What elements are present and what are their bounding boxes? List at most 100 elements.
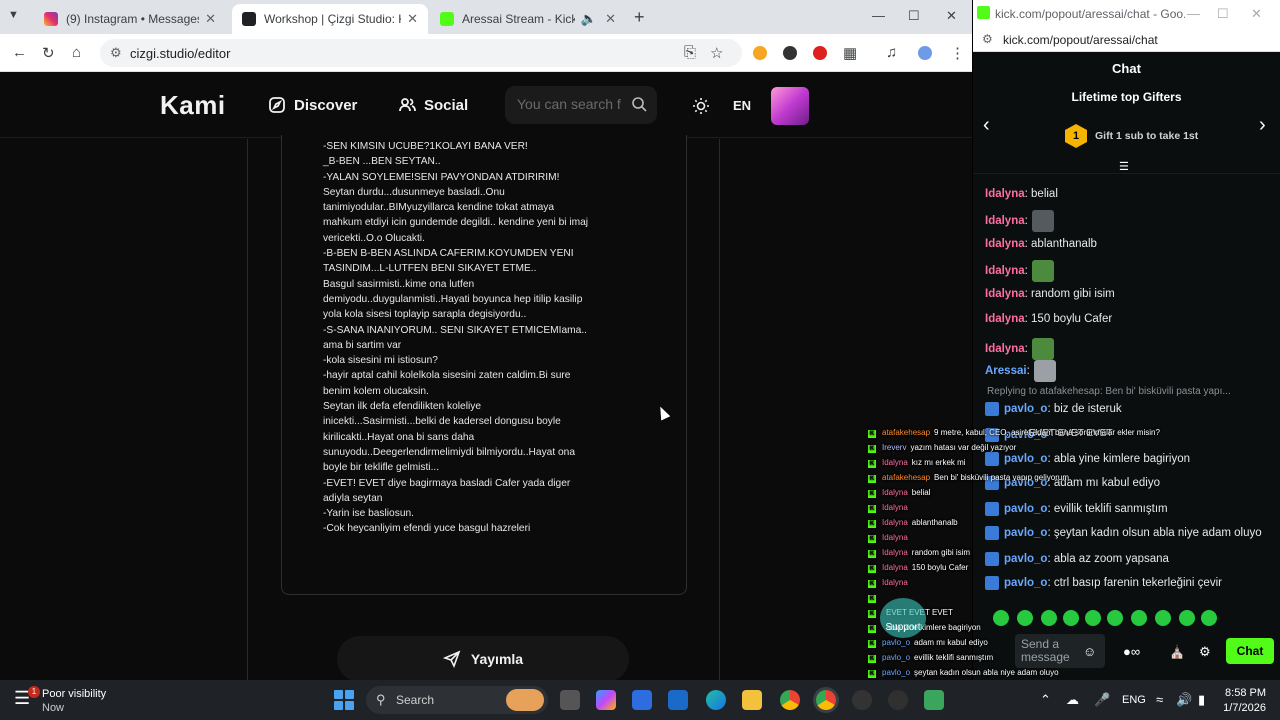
close-icon[interactable]: ✕ — [205, 11, 216, 27]
file-explorer-icon[interactable] — [742, 690, 762, 710]
app-icon[interactable] — [924, 690, 944, 710]
story-line: Seytan durdu...dusunmeye basladi..Onu — [323, 186, 505, 198]
kick-icon: K — [868, 580, 876, 588]
site-info-icon[interactable]: ⚙ — [110, 45, 122, 61]
microphone-icon[interactable]: 🎤 — [1094, 692, 1110, 708]
maximize-button[interactable]: ☐ — [1217, 6, 1229, 22]
start-button[interactable] — [334, 690, 354, 710]
install-icon[interactable]: ⎘ — [684, 44, 696, 61]
chat-username[interactable]: Aressai — [985, 365, 1027, 377]
chat-username[interactable]: Idalyna — [985, 265, 1025, 277]
chevron-left-icon[interactable]: ‹ — [983, 114, 990, 137]
weather-time: Now — [42, 702, 65, 714]
story-editor[interactable]: -SEN KIMSIN UCUBE?1KOLAYI BANA VER! _B-BE… — [281, 135, 687, 595]
maximize-button[interactable]: ☐ — [908, 8, 920, 24]
close-icon[interactable]: ✕ — [605, 11, 616, 27]
chat-username[interactable]: Idalyna — [985, 215, 1025, 227]
chrome-active-icon[interactable] — [816, 690, 836, 710]
chrome-icon[interactable] — [780, 690, 800, 710]
nav-discover-label: Discover — [294, 96, 358, 114]
story-line: -hayir aptal cahil kolelkola sisesini za… — [323, 370, 571, 382]
volume-icon[interactable]: 🔊 — [1176, 692, 1192, 708]
speaker-icon[interactable]: 🔈 — [581, 11, 597, 27]
tab-kick-dashboard[interactable]: Aressai Stream - Kick Dashb 🔈 ✕ — [430, 4, 626, 34]
sun-icon[interactable] — [692, 97, 710, 115]
story-line: kirilicakti..Hayat ona bi sans daha — [323, 431, 475, 443]
story-line: -S-SANA INANIYORUM.. SENI SIKAYET ETMICE… — [323, 324, 587, 336]
chat-title: Chat — [1112, 61, 1141, 76]
profile-icon[interactable] — [918, 46, 932, 60]
home-icon[interactable]: ⌂ — [72, 44, 81, 61]
overlay-username: Idalyna — [882, 578, 908, 587]
edge-icon[interactable] — [706, 690, 726, 710]
tab-instagram[interactable]: (9) Instagram • Messages ✕ — [34, 4, 226, 34]
overlay-chat-row: Katafakehesap Ben bi' bisküvili pasta yap… — [868, 473, 1071, 483]
extensions-puzzle-icon[interactable]: ▦ — [843, 44, 857, 62]
kick-icon: K — [868, 640, 876, 648]
users-icon — [399, 98, 416, 112]
kick-icon: K — [868, 505, 876, 513]
bookmark-star-icon[interactable]: ☆ — [710, 44, 723, 62]
avatar[interactable] — [771, 87, 809, 125]
chevron-up-icon[interactable]: ⌃ — [1040, 692, 1051, 708]
chevron-right-icon[interactable]: › — [1259, 114, 1266, 137]
mail-icon[interactable] — [668, 690, 688, 710]
overlay-username: Idalyna — [882, 503, 908, 512]
overlay-username: Idalyna — [882, 533, 908, 542]
kick-icon: K — [868, 475, 876, 483]
support-button[interactable]: Support — [880, 598, 926, 638]
obs-icon[interactable] — [888, 690, 908, 710]
search-input[interactable] — [517, 96, 625, 112]
window-close-button[interactable]: ✕ — [1251, 6, 1262, 22]
pinned-toggle-icon[interactable]: ☰ — [1119, 160, 1129, 173]
chat-username[interactable]: Idalyna — [985, 238, 1025, 250]
language-selector[interactable]: EN — [733, 98, 751, 113]
story-line: Basgul sasirmisti..kime ona lutfen — [323, 278, 475, 290]
task-view-icon[interactable] — [560, 690, 580, 710]
close-icon[interactable]: ✕ — [407, 11, 418, 27]
extension-icon[interactable] — [753, 46, 767, 60]
overlay-chat-row: Kpavlo_o şeytan kadın olsun abla niye ada… — [868, 668, 1059, 678]
extension-icon[interactable] — [813, 46, 827, 60]
nav-discover[interactable]: Discover — [268, 96, 357, 114]
chat-username[interactable]: Idalyna — [985, 313, 1025, 325]
taskbar-search[interactable]: ⚲ Search — [366, 686, 548, 714]
overlay-username: Idalyna — [882, 488, 908, 497]
publish-button[interactable]: Yayımla — [337, 636, 629, 682]
cloud-icon[interactable]: ☁ — [1066, 692, 1079, 708]
minimize-button[interactable]: — — [872, 8, 885, 23]
media-controls-icon[interactable]: ♫ — [886, 44, 897, 61]
chat-username[interactable]: pavlo_o — [1004, 403, 1047, 415]
window-close-button[interactable]: ✕ — [946, 8, 957, 24]
overlay-chat-row: K Idalyna belial — [868, 488, 930, 498]
tab-search-button[interactable]: ▼ — [8, 9, 19, 21]
site-info-icon[interactable]: ⚙ — [982, 32, 993, 46]
extension-icon[interactable] — [783, 46, 797, 60]
taskbar: ☰ 1 Poor visibility Now ⚲ Search ⌃ ☁ 🎤 E… — [0, 680, 1280, 720]
wifi-icon[interactable]: ≈ — [1156, 692, 1163, 707]
minimize-button[interactable]: — — [1187, 6, 1200, 21]
chat-username[interactable]: Idalyna — [985, 188, 1025, 200]
search-icon[interactable] — [631, 96, 647, 112]
menu-icon[interactable]: ⋮ — [950, 44, 965, 62]
clock[interactable]: 8:58 PM 1/7/2026 — [1222, 686, 1266, 716]
kick-icon — [440, 12, 454, 26]
chat-username[interactable]: Idalyna — [985, 343, 1025, 355]
popout-title: kick.com/popout/aressai/chat - Goo... — [995, 7, 1185, 21]
story-line: adiyla seytan — [323, 492, 383, 504]
tab-workshop[interactable]: Workshop | Çizgi Studio: Kami ✕ — [232, 4, 428, 34]
store-app-icon[interactable] — [632, 690, 652, 710]
input-language[interactable]: ENG — [1122, 694, 1146, 706]
nav-social[interactable]: Social — [398, 96, 468, 114]
battery-icon[interactable]: ▮ — [1198, 692, 1205, 708]
story-line: -EVET! EVET diye bagirmaya basladi Cafer… — [323, 477, 571, 489]
back-icon[interactable]: ← — [12, 44, 27, 61]
chat-username[interactable]: Idalyna — [985, 288, 1025, 300]
app-icon[interactable] — [852, 690, 872, 710]
reload-icon[interactable]: ↻ — [42, 44, 55, 62]
copilot-icon[interactable] — [596, 690, 616, 710]
notification-badge: 1 — [28, 686, 40, 698]
new-tab-button[interactable]: + — [634, 7, 645, 28]
kami-logo[interactable]: Kami — [160, 90, 226, 121]
address-bar[interactable]: ⚙ cizgi.studio/editor — [100, 39, 742, 67]
